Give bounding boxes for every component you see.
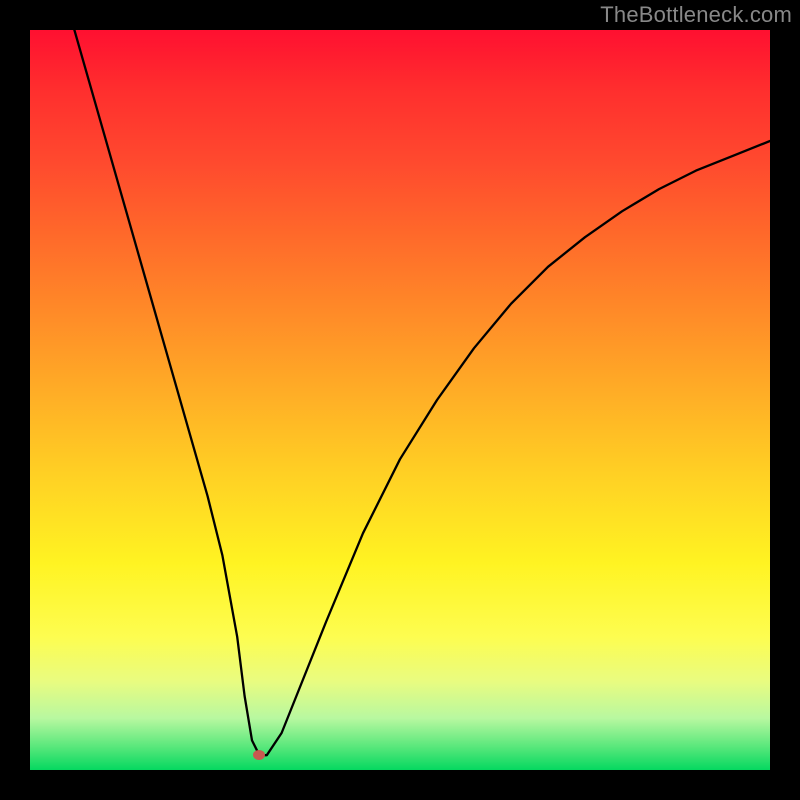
plot-area — [30, 30, 770, 770]
optimal-point-marker — [253, 750, 265, 760]
chart-frame: TheBottleneck.com — [0, 0, 800, 800]
bottleneck-curve — [74, 30, 770, 755]
watermark-text: TheBottleneck.com — [600, 2, 792, 28]
curve-svg — [30, 30, 770, 770]
